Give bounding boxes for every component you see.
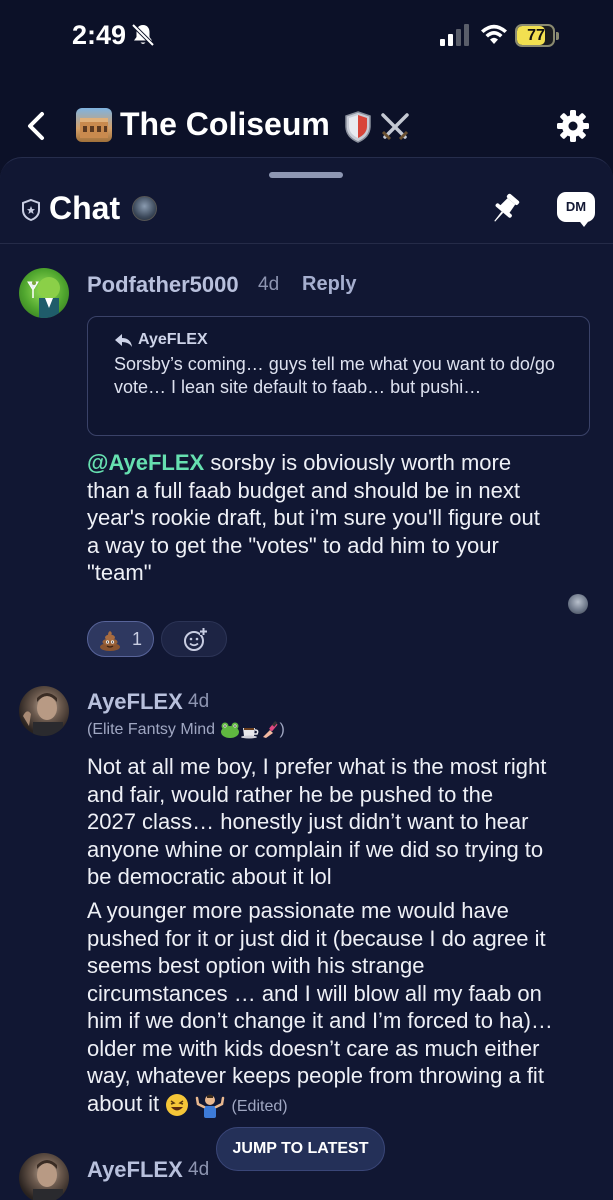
message-username[interactable]: Podfather5000 bbox=[87, 272, 239, 298]
header-divider bbox=[0, 243, 613, 244]
message-line: Not at all me boy, I prefer what is the … bbox=[87, 754, 547, 779]
frog-icon bbox=[220, 722, 239, 738]
message-line: A younger more passionate me would have bbox=[87, 898, 509, 923]
status-bar: 2:49 77 bbox=[0, 0, 613, 72]
read-receipt-avatar bbox=[568, 594, 588, 614]
message-line: 2027 class… honestly just didn’t want to… bbox=[87, 809, 529, 834]
jump-to-latest-button[interactable]: JUMP TO LATEST bbox=[216, 1127, 385, 1171]
group-title: The Coliseum bbox=[120, 106, 330, 142]
pile-of-poo-icon bbox=[100, 631, 120, 651]
status-time: 2:49 bbox=[72, 20, 127, 50]
message-line: sorsby is obviously worth more bbox=[204, 450, 512, 475]
quoted-author: AyeFLEX bbox=[138, 331, 208, 348]
reaction-pill[interactable]: 1 bbox=[87, 621, 154, 657]
message-timestamp: 4d bbox=[188, 691, 210, 712]
battery-percent: 77 bbox=[527, 27, 545, 44]
dm-button[interactable]: DM bbox=[557, 192, 597, 230]
chat-panel: Chat DM Podfather5000 4d Reply AyeFLEX S… bbox=[0, 157, 613, 1200]
message-line: than a full faab budget and should be in… bbox=[87, 477, 521, 503]
message-line: year's rookie draft, but i'm sure you'll… bbox=[87, 505, 540, 530]
wifi-icon bbox=[481, 24, 507, 44]
drag-handle[interactable] bbox=[269, 172, 343, 178]
message-line: anyone whine or complain if we did so tr… bbox=[87, 836, 544, 862]
add-emoji-icon bbox=[184, 628, 207, 651]
flair-close: ) bbox=[279, 721, 285, 739]
quoted-message[interactable]: AyeFLEX Sorsby’s coming… guys tell me wh… bbox=[87, 316, 590, 436]
pin-icon[interactable] bbox=[487, 190, 523, 228]
reaction-count: 1 bbox=[132, 629, 143, 649]
message-body: A younger more passionate me would have … bbox=[87, 897, 597, 1120]
message-timestamp: 4d bbox=[188, 1159, 210, 1180]
nail-polish-icon bbox=[262, 721, 277, 738]
chat-section-header: Chat DM bbox=[0, 186, 613, 244]
colosseum-icon bbox=[76, 108, 112, 142]
chat-header-bar: The Coliseum bbox=[0, 90, 613, 160]
chat-title: Chat bbox=[49, 190, 121, 226]
message-line: and fair, would rather he be pushed to t… bbox=[87, 781, 494, 807]
ayeflex-avatar[interactable] bbox=[19, 1153, 69, 1200]
podfather-avatar[interactable] bbox=[19, 268, 69, 318]
laughing-face-icon bbox=[166, 1093, 189, 1116]
add-reaction-button[interactable] bbox=[161, 621, 227, 657]
edited-label: (Edited) bbox=[231, 1097, 288, 1115]
battery-indicator: 77 bbox=[515, 24, 559, 47]
message-line: circumstances … and I will blow all my f… bbox=[87, 980, 542, 1006]
silent-bell-icon bbox=[131, 23, 155, 47]
message-line: pushed for it or just did it (because I … bbox=[87, 925, 546, 951]
message-line: older me with kids doesn’t care as much … bbox=[87, 1035, 540, 1061]
settings-gear-icon[interactable] bbox=[555, 108, 591, 144]
message-username[interactable]: AyeFLEX bbox=[87, 689, 183, 715]
message-body: Not at all me boy, I prefer what is the … bbox=[87, 753, 597, 891]
crossed-swords-icon bbox=[381, 113, 409, 141]
hot-beverage-icon bbox=[240, 728, 258, 739]
message-body: @AyeFLEX sorsby is obviously worth more … bbox=[87, 449, 597, 587]
flair-text: (Elite Fantsy Mind bbox=[87, 721, 216, 739]
quoted-text: Sorsby’s coming… guys tell me what you w… bbox=[114, 354, 555, 397]
person-shrugging-icon bbox=[196, 1094, 225, 1118]
user-mention[interactable]: @AyeFLEX bbox=[87, 450, 204, 475]
message-line: him if we don’t change it and I’m forced… bbox=[87, 1008, 553, 1033]
message-line: be democratic about it lol bbox=[87, 864, 332, 889]
message-timestamp: 4d bbox=[258, 274, 280, 295]
user-flair: (Elite Fantsy Mind ) bbox=[87, 721, 285, 739]
shield-star-icon bbox=[22, 198, 40, 222]
back-chevron-icon[interactable] bbox=[22, 108, 52, 144]
ayeflex-avatar[interactable] bbox=[19, 686, 69, 736]
shield-icon bbox=[345, 111, 371, 143]
reply-arrow-icon bbox=[115, 334, 132, 347]
message-line: "team" bbox=[87, 560, 152, 585]
reply-button[interactable]: Reply bbox=[302, 273, 356, 296]
message-line: seems best option with his strange bbox=[87, 953, 425, 978]
chat-member-avatar[interactable] bbox=[132, 196, 157, 221]
message-username[interactable]: AyeFLEX bbox=[87, 1157, 183, 1183]
message-line: about it bbox=[87, 1090, 160, 1116]
cell-signal-icon bbox=[440, 24, 469, 46]
message-line: way, whatever keeps people from throwing… bbox=[87, 1063, 544, 1088]
message-line: a way to get the "votes" to add him to y… bbox=[87, 532, 499, 558]
